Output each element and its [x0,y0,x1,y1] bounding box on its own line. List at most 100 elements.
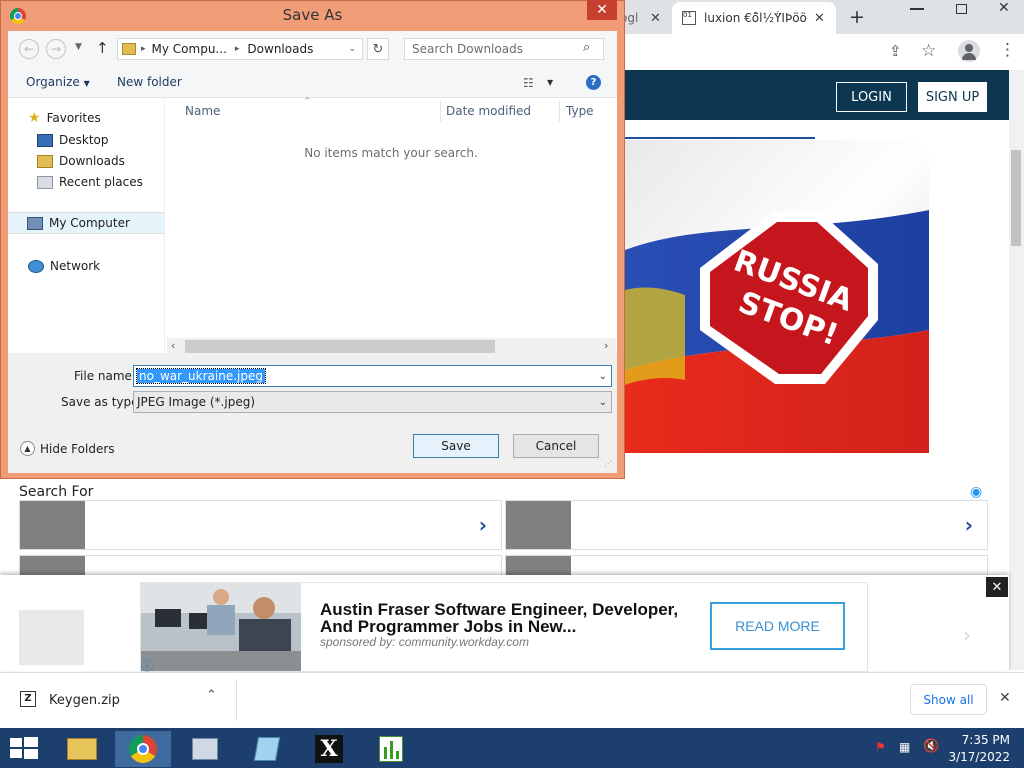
file-name-dropdown-icon[interactable]: ⌄ [599,371,607,382]
flag-alert-icon[interactable]: ⚑ [875,740,886,754]
file-name-value: no_war_ukraine.jpeg [136,368,266,384]
x-app-taskbar-icon[interactable]: X [301,731,357,767]
download-file-name[interactable]: Keygen.zip [49,693,120,708]
save-type-select[interactable]: JPEG Image (*.jpeg) ⌄ [133,391,612,413]
nav-downloads[interactable]: Downloads [37,154,125,168]
search-for-heading: Search For [19,484,94,500]
tab-active[interactable]: 01 luxion €ô̈l½Ý̈IÞöö-( ✕ [672,2,836,34]
refresh-icon[interactable]: ↻ [367,38,389,60]
nav-favorites-label: Favorites [46,111,101,125]
column-name-header[interactable]: Name [185,104,220,118]
nav-network-label: Network [50,259,101,273]
ad-close-icon[interactable]: ✕ [986,577,1008,597]
view-dropdown-icon[interactable]: ▼ [547,78,553,87]
nav-recent-places[interactable]: Recent places [37,175,143,189]
search-icon[interactable]: ⌕ [583,40,590,55]
dialog-title: Save As [282,6,343,24]
column-divider[interactable] [440,100,441,122]
up-arrow-icon[interactable]: ↑ [96,39,109,57]
ad-read-more-button[interactable]: READ MORE [710,602,845,650]
file-name-input[interactable]: no_war_ukraine.jpeg ⌄ [133,365,612,387]
dialog-search-input[interactable]: Search Downloads [404,38,604,60]
tab-previous-close-icon[interactable]: ✕ [650,11,661,26]
clock-date[interactable]: 3/17/2022 [940,750,1010,764]
new-folder-button[interactable]: New folder [117,75,182,89]
dialog-close-icon[interactable]: ✕ [587,0,617,20]
nav-desktop[interactable]: Desktop [37,133,109,147]
new-tab-button[interactable]: + [849,6,865,28]
sort-ascending-icon: ^ [304,96,311,105]
column-date-header[interactable]: Date modified [446,104,531,118]
downloads-folder-icon [37,154,53,168]
profile-avatar[interactable] [958,40,980,62]
site-favicon-icon: 01 [682,11,696,25]
horizontal-scrollbar-thumb[interactable] [185,340,495,353]
minimize-icon[interactable] [910,8,924,10]
login-button[interactable]: LOGIN [836,82,907,112]
tab-active-close-icon[interactable]: ✕ [814,11,825,26]
zip-file-icon: Z [20,691,36,707]
volume-muted-icon[interactable]: 🔇 [923,739,939,754]
ad-underlay-thumb [19,610,84,665]
forward-arrow-icon[interactable]: → [46,39,66,59]
signup-button[interactable]: SIGN UP [918,82,987,112]
resize-grip-icon[interactable]: ⋰ [604,459,612,468]
save-type-value: JPEG Image (*.jpeg) [137,395,255,409]
russia-stop-illustration: RUSSIA STOP! [625,140,929,453]
site-header: LOGIN SIGN UP [625,70,1009,120]
star-icon[interactable]: ☆ [921,41,936,61]
breadcrumb[interactable]: ▸ My Compu... ▸ Downloads ⌄ [117,38,363,60]
column-type-header[interactable]: Type [566,104,594,118]
help-icon[interactable]: ? [586,75,601,90]
scroll-right-icon[interactable]: › [604,339,608,352]
back-arrow-icon[interactable]: ← [19,39,39,59]
file-list-pane [165,98,617,353]
nav-downloads-label: Downloads [59,154,125,168]
save-button[interactable]: Save [413,434,499,458]
ad-sponsor: sponsored by: community.workday.com [320,635,529,649]
network-app-taskbar-icon[interactable] [177,731,233,767]
nav-my-computer[interactable]: My Computer [8,212,164,234]
restore-icon[interactable] [956,4,967,14]
menu-dots-icon[interactable]: ⋮ [999,40,1016,60]
ad-title[interactable]: Austin Fraser Software Engineer, Develop… [320,601,710,635]
view-options-icon[interactable]: ☷ [523,76,534,90]
chevron-right-icon: › [964,513,973,537]
share-icon[interactable]: ⇪ [889,42,902,60]
chart-app-taskbar-icon[interactable] [363,731,419,767]
downloads-close-icon[interactable]: ✕ [999,690,1011,706]
file-explorer-taskbar-icon[interactable] [54,731,110,767]
recent-locations-chevron-icon[interactable]: ▼ [75,42,82,52]
network-status-icon[interactable]: ▦ [899,740,910,754]
scroll-left-icon[interactable]: ‹ [171,339,175,352]
search-suggestion-2[interactable]: › [505,500,988,550]
hide-folders-button[interactable]: Hide Folders [40,442,115,456]
notepad-taskbar-icon[interactable] [239,731,295,767]
nav-desktop-label: Desktop [59,133,109,147]
organize-button[interactable]: Organize ▼ [26,75,90,89]
ad-image [141,583,301,671]
nav-network[interactable]: Network [28,259,100,273]
windows-start-icon[interactable] [10,737,38,759]
nav-recent-label: Recent places [59,175,143,189]
show-all-button[interactable]: Show all [910,684,987,715]
breadcrumb-downloads[interactable]: Downloads [247,42,313,56]
column-divider[interactable] [559,100,560,122]
computer-icon [27,216,43,230]
breadcrumb-dropdown-icon[interactable]: ⌄ [348,44,356,54]
hero-image: RUSSIA STOP! [625,140,929,453]
chevron-up-icon[interactable]: ⌃ [206,688,217,703]
save-type-dropdown-icon[interactable]: ⌄ [599,397,607,408]
cancel-button[interactable]: Cancel [513,434,599,458]
nav-favorites[interactable]: ★ Favorites [28,111,101,125]
window-close-icon[interactable]: ✕ [998,0,1010,16]
clock-time[interactable]: 7:35 PM [940,733,1010,747]
search-suggestion-1[interactable]: › [19,500,502,550]
ad-card[interactable]: ⓘ Austin Fraser Software Engineer, Devel… [140,582,868,673]
hide-folders-icon[interactable]: ▲ [20,441,35,456]
adchoices-eye-icon[interactable]: ◉ [970,484,982,500]
breadcrumb-my-computer[interactable]: My Compu... [152,42,227,56]
tab-previous[interactable]: ogl ✕ [620,4,670,32]
chrome-taskbar-icon[interactable] [115,731,171,767]
page-scrollbar-thumb[interactable] [1011,150,1021,246]
